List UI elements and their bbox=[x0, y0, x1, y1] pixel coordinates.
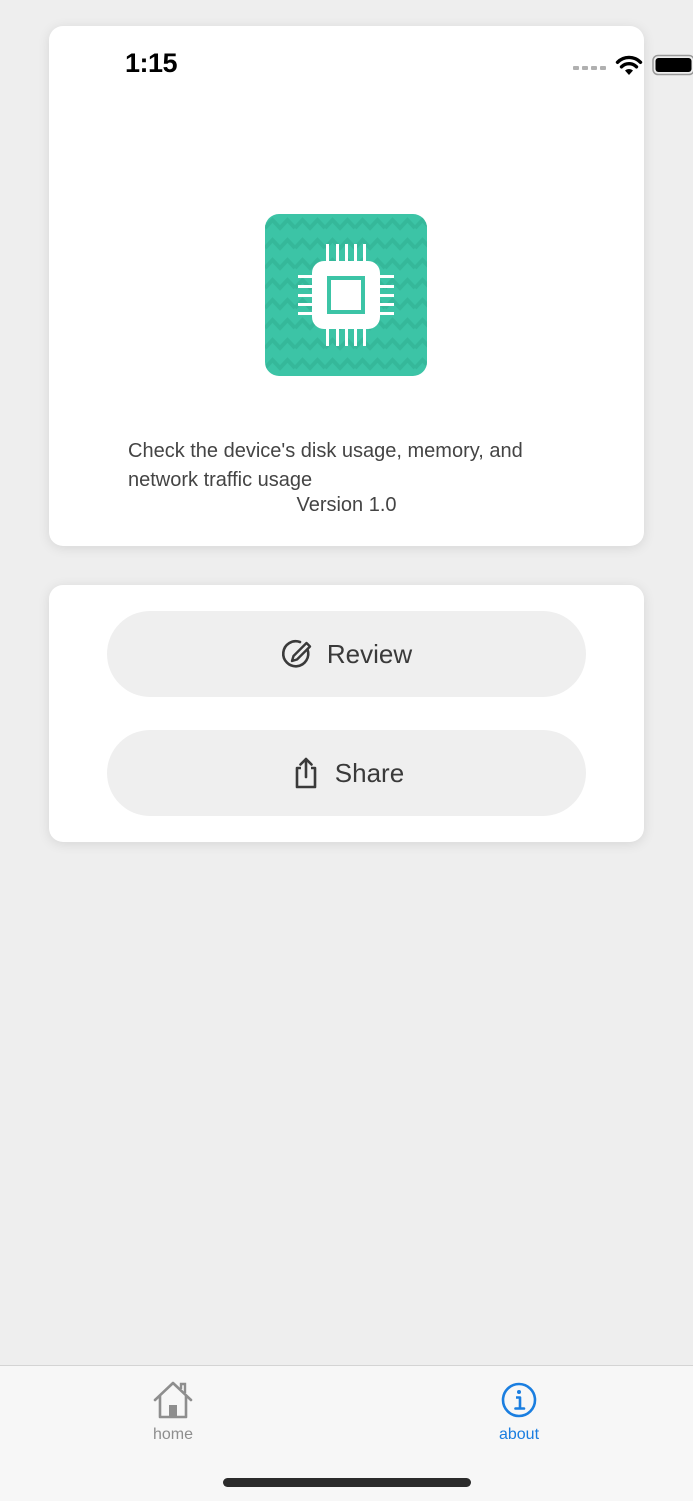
app-version: Version 1.0 bbox=[296, 494, 397, 516]
review-pencil-icon bbox=[281, 640, 312, 668]
cellular-signal-icon bbox=[573, 66, 606, 70]
home-indicator bbox=[223, 1478, 471, 1487]
tab-home[interactable]: home bbox=[113, 1378, 233, 1448]
wifi-icon bbox=[615, 55, 643, 75]
status-time: 1:15 bbox=[125, 48, 178, 78]
battery-icon bbox=[652, 54, 693, 76]
about-card: 1:15 Check the device's disk usage, memo… bbox=[49, 26, 693, 546]
share-button[interactable]: Share bbox=[107, 730, 586, 816]
tab-home-label: home bbox=[152, 1426, 194, 1443]
review-button[interactable]: Review bbox=[107, 611, 586, 697]
status-bar: 1:15 bbox=[49, 26, 693, 86]
app-description: Check the device's disk usage, memory, a… bbox=[128, 440, 523, 491]
tab-about[interactable]: about bbox=[459, 1378, 579, 1448]
house-icon bbox=[153, 1381, 193, 1419]
actions-card: Review Share bbox=[49, 585, 644, 842]
tab-about-label: about bbox=[498, 1426, 540, 1443]
app-icon bbox=[265, 214, 427, 376]
share-icon bbox=[295, 757, 317, 789]
info-circle-icon bbox=[501, 1382, 537, 1418]
review-button-label: Review bbox=[326, 638, 413, 669]
cpu-chip-icon bbox=[265, 214, 427, 376]
share-button-label: Share bbox=[334, 757, 405, 788]
